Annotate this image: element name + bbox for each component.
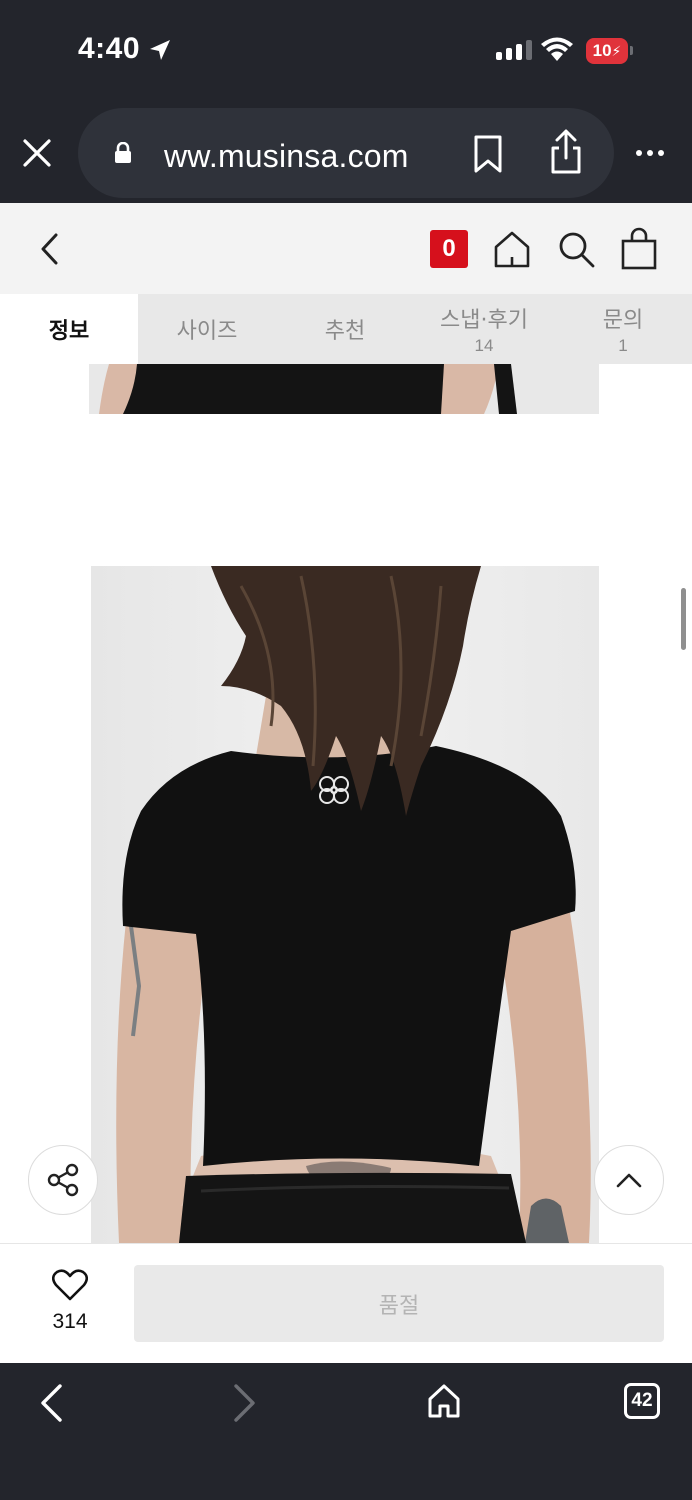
tab-label: 사이즈 — [176, 319, 238, 344]
wifi-icon — [541, 37, 573, 61]
cellular-signal-icon — [496, 40, 532, 60]
battery-nub — [630, 46, 633, 55]
tabs-icon[interactable]: 42 — [624, 1383, 660, 1419]
browser-toolbar: 42 — [0, 1363, 692, 1500]
address-field[interactable]: ww.musinsa.com — [78, 108, 614, 198]
soldout-button[interactable]: 품절 — [134, 1265, 664, 1342]
tab-label: 추천 — [324, 319, 366, 344]
back-icon[interactable] — [38, 1383, 64, 1423]
tab-info[interactable]: 정보 — [0, 294, 138, 364]
scroll-indicator[interactable] — [681, 588, 686, 650]
tab-label: 스냅·후기 — [440, 308, 528, 333]
product-image-partial — [89, 364, 599, 414]
product-tabs: 정보 사이즈 추천 스냅·후기 14 문의 1 — [0, 294, 692, 364]
tab-label: 정보 — [48, 319, 90, 344]
tab-count: 14 — [474, 336, 494, 355]
url-text: ww.musinsa.com — [164, 138, 409, 174]
location-arrow-icon — [150, 40, 170, 60]
search-icon[interactable] — [558, 231, 596, 269]
chevron-left-icon[interactable] — [36, 231, 64, 267]
share-icon[interactable] — [548, 128, 584, 176]
chevron-up-icon — [616, 1173, 642, 1188]
purchase-bar: 314 품절 — [0, 1243, 692, 1363]
bookmark-icon[interactable] — [472, 134, 504, 174]
share-nodes-icon — [47, 1163, 79, 1197]
forward-icon[interactable] — [232, 1383, 258, 1423]
scroll-to-top-button[interactable] — [594, 1145, 664, 1215]
close-icon[interactable] — [22, 138, 52, 168]
status-time: 4:40 — [78, 32, 141, 65]
battery-level: 10 — [592, 41, 612, 60]
heart-icon[interactable] — [52, 1268, 88, 1302]
recent-view-badge[interactable]: 0 — [430, 230, 468, 268]
bag-icon[interactable] — [620, 227, 658, 271]
lock-icon — [115, 142, 131, 163]
battery-icon: 10 ⚡ — [586, 38, 628, 64]
more-icon[interactable] — [636, 150, 664, 156]
tab-count: 1 — [618, 336, 628, 355]
tab-inquiry[interactable]: 문의 1 — [554, 294, 692, 364]
tab-recommend[interactable]: 추천 — [276, 294, 414, 364]
home-icon[interactable] — [492, 229, 532, 269]
tab-size[interactable]: 사이즈 — [138, 294, 276, 364]
browser-url-bar: ww.musinsa.com — [0, 100, 692, 203]
tab-snap-review[interactable]: 스냅·후기 14 — [414, 294, 554, 364]
status-bar: 4:40 10 ⚡ — [0, 0, 692, 100]
tab-label: 문의 — [602, 308, 644, 333]
share-button[interactable] — [28, 1145, 98, 1215]
home-icon[interactable] — [426, 1383, 462, 1419]
product-image-back — [91, 566, 599, 1243]
like-count: 314 — [52, 1310, 88, 1333]
site-header: 0 — [0, 203, 692, 294]
